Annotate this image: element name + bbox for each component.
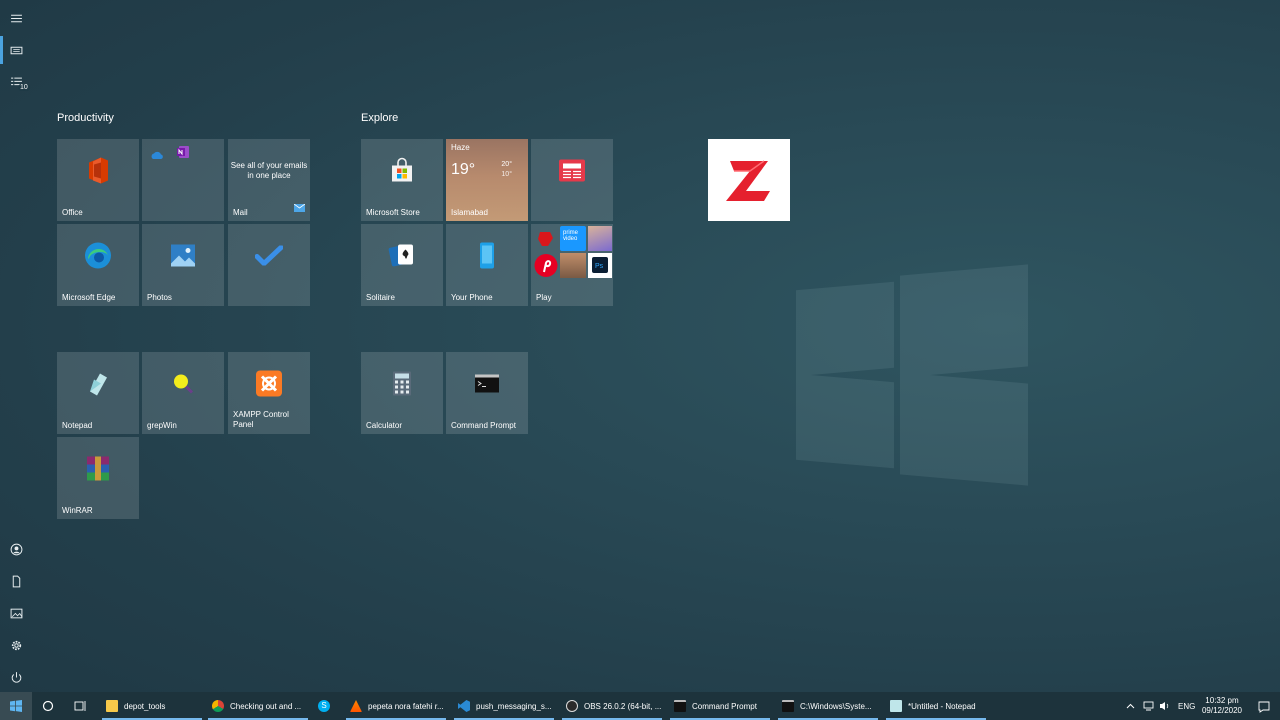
desktop-windows-logo [796,256,1028,492]
tile-microsoft-store[interactable]: Microsoft Store [361,139,443,221]
command-prompt-icon [475,374,499,398]
user-icon[interactable] [0,533,32,565]
cmd-icon [674,700,686,712]
onenote-icon [176,145,190,164]
tile-grepwin[interactable]: grepWin [142,352,224,434]
tile-calculator[interactable]: Calculator [361,352,443,434]
group-title-productivity[interactable]: Productivity [57,112,114,124]
winrar-icon [85,456,111,487]
skype-icon: S [318,700,330,712]
tile-xampp[interactable]: XAMPP Control Panel [228,352,310,434]
tiles-icon[interactable] [0,34,32,66]
tile-play-folder[interactable]: prime video Ps Play [531,224,613,306]
weather-low: 10° [501,171,512,178]
vscode-icon [458,700,470,712]
notepad-icon [86,372,110,401]
action-center-icon[interactable] [1258,700,1270,718]
search-icon[interactable] [36,692,60,720]
news-icon [559,159,585,187]
volume-icon[interactable] [1159,692,1173,720]
weather-high: 20° [501,161,512,168]
mail-icon [293,199,306,217]
candy-game-icon [588,226,612,251]
taskbar: depot_tools Checking out and ... S pepet… [0,692,1280,720]
taskbar-app-notepad[interactable]: *Untitled - Notepad [884,692,988,720]
tile-photos[interactable]: Photos [142,224,224,306]
taskbar-app-skype[interactable]: S [312,692,342,720]
onedrive-icon [150,147,164,165]
taskbar-app-vscode[interactable]: push_messaging_s... [452,692,556,720]
documents-icon[interactable] [0,565,32,597]
windows-start-icon [10,700,22,712]
task-view-icon[interactable] [68,692,92,720]
phone-icon [479,242,495,275]
tile-notepad[interactable]: Notepad [57,352,139,434]
start-left-rail: 10 [0,0,32,692]
tile-news[interactable] [531,139,613,221]
tile-command-prompt[interactable]: Command Prompt [446,352,528,434]
pictures-icon[interactable] [0,597,32,629]
weather-condition: Haze [451,143,470,152]
cmd-icon [782,700,794,712]
prime-video-icon: prime video [560,226,586,251]
all-apps-badge: 10 [18,84,30,91]
tile-todo[interactable] [228,224,310,306]
tile-mail[interactable]: See all of your emails in one place Mail [228,139,310,221]
photoshop-express-icon: Ps [588,253,612,278]
taskbar-app-vlc[interactable]: pepeta nora fatehi r... [344,692,448,720]
all-apps-icon[interactable] [0,66,32,98]
red-game-icon [535,228,557,250]
taskbar-app-obs[interactable]: OBS 26.0.2 (64-bit, ... [560,692,664,720]
grepwin-icon [171,372,195,401]
pinterest-icon [533,253,559,278]
tile-solitaire[interactable]: Solitaire [361,224,443,306]
taskbar-app-depot-tools[interactable]: depot_tools [100,692,204,720]
tile-microsoft-edge[interactable]: Microsoft Edge [57,224,139,306]
vlc-icon [350,700,362,712]
clock-time: 10:32 pm [1205,696,1239,705]
tile-office-apps-folder[interactable] [142,139,224,221]
tile-zapya[interactable] [708,139,790,221]
group-title-explore[interactable]: Explore [361,112,398,124]
mail-promo-text: See all of your emails in one place [230,161,308,180]
notepad-icon [890,700,902,712]
svg-text:Ps: Ps [595,263,604,270]
clock[interactable]: 10:32 pm 09/12/2020 [1202,696,1242,716]
power-icon[interactable] [0,661,32,693]
show-hidden-icons-icon[interactable] [1126,692,1142,720]
chrome-icon [212,700,224,712]
tile-winrar[interactable]: WinRAR [57,437,139,519]
photos-icon [170,244,196,273]
folder-icon [106,700,118,712]
start-button[interactable] [0,692,32,720]
edge-icon [84,242,112,275]
checkmark-icon [254,245,284,271]
taskbar-app-command-prompt[interactable]: Command Prompt [668,692,772,720]
hamburger-menu-icon[interactable] [0,2,32,34]
office-icon [85,157,111,190]
calculator-icon [392,371,412,402]
zapya-icon [724,157,774,208]
language-indicator[interactable]: ENG [1178,692,1200,720]
store-icon [389,158,415,189]
tile-office[interactable]: Office [57,139,139,221]
weather-city: Islamabad [451,208,488,217]
network-icon[interactable] [1143,692,1157,720]
clock-date: 09/12/2020 [1201,706,1242,715]
tile-your-phone[interactable]: Your Phone [446,224,528,306]
taskbar-app-chrome[interactable]: Checking out and ... [206,692,310,720]
game-cover-icon [560,253,586,278]
taskbar-app-system-cmd[interactable]: C:\Windows\Syste... [776,692,880,720]
weather-temperature: 19° [451,161,476,178]
obs-icon [566,700,578,712]
xampp-icon [256,370,282,402]
settings-icon[interactable] [0,629,32,661]
solitaire-icon [388,243,416,274]
tile-weather[interactable]: Haze 19° 20° 10° Islamabad [446,139,528,221]
